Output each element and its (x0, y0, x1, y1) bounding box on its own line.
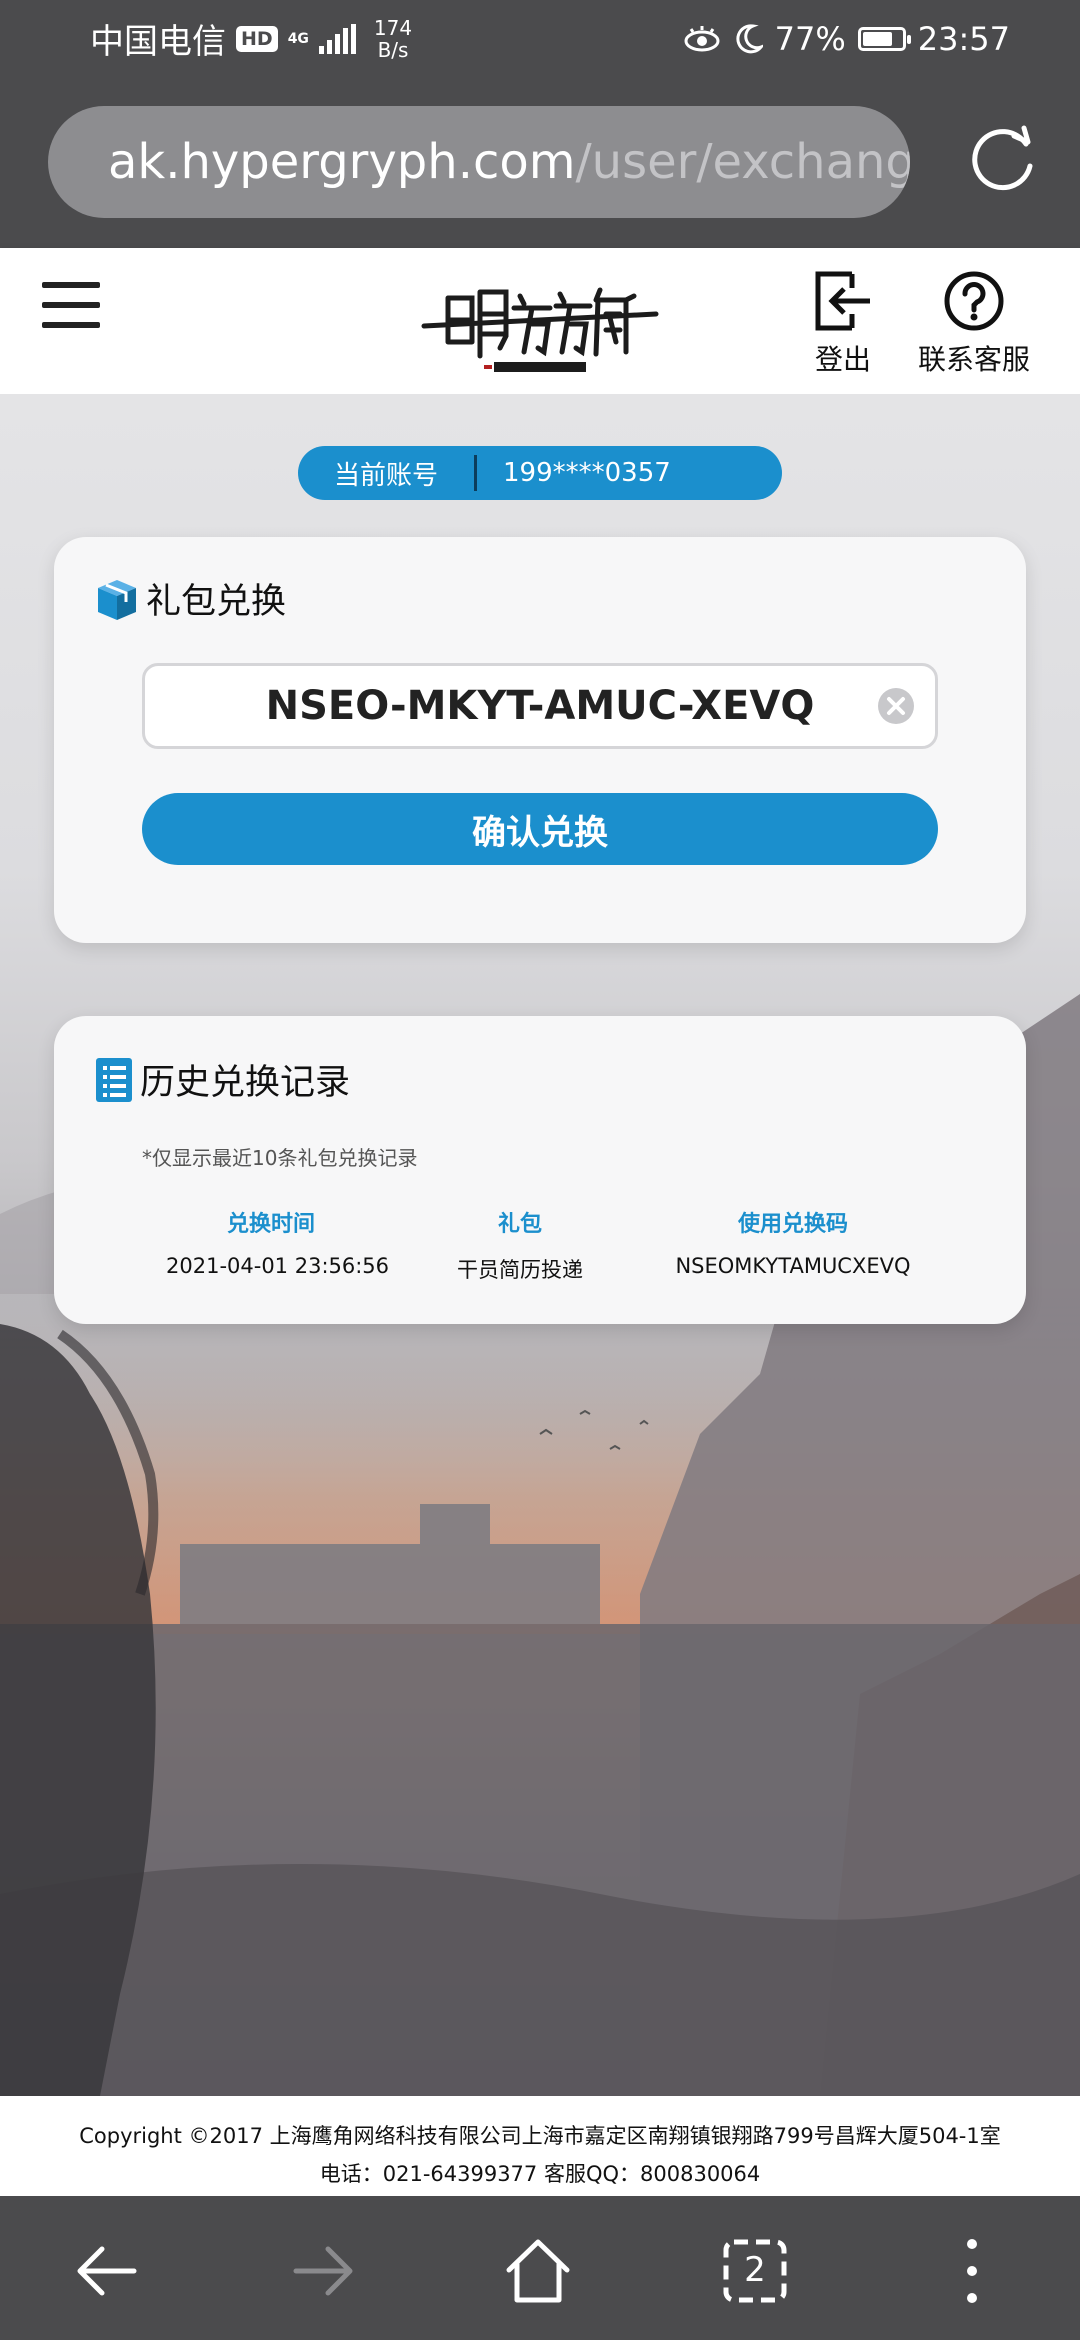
battery-percent: 77% (774, 20, 846, 58)
logout-icon (815, 271, 870, 331)
battery-icon (857, 27, 911, 51)
redeem-code-input[interactable] (142, 663, 938, 749)
network-type: 4G (287, 30, 309, 47)
site-header: 登出 联系客服 (0, 248, 1080, 394)
table-cell: NSEOMKYTAMUCXEVQ (675, 1254, 911, 1278)
speed-value: 174 (373, 15, 413, 40)
tabs-button[interactable]: 2 (720, 2236, 790, 2306)
redeem-card: 礼包兑换 确认兑换 (54, 537, 1026, 943)
speed-unit: B/s (377, 37, 409, 62)
history-title: 历史兑换记录 (140, 1063, 351, 1103)
url-text[interactable]: ak.hypergryph.com/user/exchange (108, 134, 910, 190)
tab-count: 2 (744, 2250, 766, 2290)
history-column-code: 使用兑换码 NSEOMKYTAMUCXEVQ (658, 1206, 928, 1278)
reload-icon[interactable] (968, 122, 1040, 194)
current-account-pill: 当前账号 199****0357 (298, 446, 782, 500)
history-title-row: 历史兑换记录 (94, 1054, 350, 1105)
table-cell: 干员简历投递 (457, 1258, 583, 1282)
forward-arrow-icon[interactable] (288, 2236, 358, 2306)
address-bar[interactable]: ak.hypergryph.com/user/exchange (48, 106, 910, 218)
help-circle-icon (944, 271, 1004, 331)
confirm-redeem-button[interactable]: 确认兑换 (142, 793, 938, 865)
table-header: 礼包 (497, 1212, 542, 1237)
arknights-logo[interactable] (420, 266, 660, 378)
url-path: /user/exchange (575, 134, 910, 190)
browser-toolbar: ak.hypergryph.com/user/exchange (0, 82, 1080, 248)
footer-copyright: Copyright ©2017 上海鹰角网络科技有限公司上海市嘉定区南翔镇银翔路… (79, 2124, 1001, 2148)
table-cell: 2021-04-01 23:56:56 (166, 1254, 390, 1278)
status-left: 中国电信 HD 4G 174 B/s (90, 14, 412, 63)
home-icon[interactable] (503, 2236, 573, 2306)
moon-icon (736, 24, 763, 54)
history-card: 历史兑换记录 *仅显示最近10条礼包兑换记录 兑换时间 2021-04-01 2… (54, 1016, 1026, 1324)
eye-comfort-icon (684, 26, 720, 52)
more-vertical-icon[interactable] (937, 2236, 1007, 2306)
table-header: 使用兑换码 (737, 1212, 848, 1237)
site-footer: Copyright ©2017 上海鹰角网络科技有限公司上海市嘉定区南翔镇银翔路… (0, 2096, 1080, 2196)
network-speed: 174 B/s (374, 17, 412, 61)
history-column-gift: 礼包 干员简历投递 (440, 1206, 600, 1284)
signal-bars-icon (318, 23, 356, 54)
document-list-icon (96, 1057, 132, 1102)
history-column-time: 兑换时间 2021-04-01 23:56:56 (166, 1206, 390, 1278)
clear-circle-icon[interactable] (876, 686, 916, 726)
network-indicator: 4G (288, 32, 309, 46)
table-header: 兑换时间 (226, 1212, 315, 1237)
support-label: 联系客服 (918, 343, 1031, 376)
back-arrow-icon[interactable] (72, 2236, 142, 2306)
battery-fill (862, 32, 893, 46)
url-host: ak.hypergryph.com (108, 134, 576, 190)
redeem-title: 礼包兑换 (146, 582, 287, 622)
hd-badge: HD (236, 25, 278, 52)
account-label: 当前账号 (333, 460, 438, 491)
gift-box-icon (98, 579, 136, 620)
contact-support-button[interactable]: 联系客服 (918, 270, 1030, 378)
footer-contact: 电话：021-64399377 客服QQ：800830064 (319, 2162, 761, 2186)
browser-nav-bar: 2 (0, 2196, 1080, 2340)
carrier-name: 中国电信 (90, 22, 226, 62)
logout-label: 登出 (814, 343, 871, 376)
status-bar: 中国电信 HD 4G 174 B/s 77% 23:57 (0, 0, 1080, 82)
redeem-title-row: 礼包兑换 (94, 573, 286, 624)
hamburger-menu-icon[interactable] (42, 282, 100, 328)
status-right: 77% 23:57 (683, 20, 1010, 58)
history-note: *仅显示最近10条礼包兑换记录 (142, 1146, 418, 1170)
clock: 23:57 (917, 20, 1010, 58)
account-value: 199****0357 (503, 458, 671, 488)
logout-button[interactable]: 登出 (812, 270, 874, 378)
